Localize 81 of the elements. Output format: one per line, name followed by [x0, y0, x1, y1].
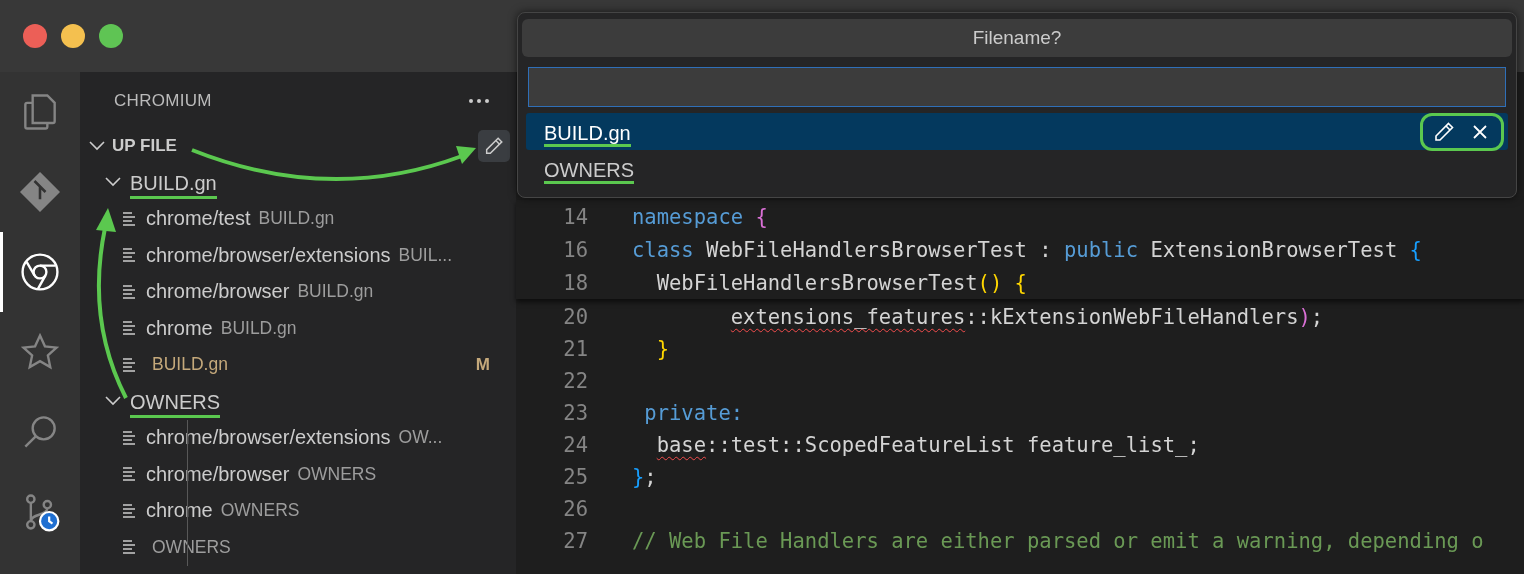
- file-name: OW...: [398, 427, 444, 449]
- file-lines-icon: [122, 283, 138, 300]
- status-letter: M: [475, 354, 490, 375]
- line-number: 14: [562, 204, 588, 229]
- tree-item[interactable]: BUILD.gn M: [80, 346, 516, 383]
- line-number: 27: [562, 529, 588, 553]
- tree-item[interactable]: chrome BUILD.gn: [80, 310, 516, 347]
- chrome-icon: [18, 250, 62, 294]
- file-path: chrome/browser/extensions: [146, 243, 391, 267]
- chevron-down-icon: [88, 140, 106, 152]
- file-name: BUIL...: [398, 244, 454, 266]
- file-name: BUILD.gn: [220, 317, 298, 339]
- file-name: OWNERS: [297, 463, 378, 485]
- tree-item[interactable]: chrome/browser/extensions BUIL...: [80, 237, 516, 274]
- line-number: 24: [562, 433, 588, 457]
- quick-pick-title: Filename?: [522, 19, 1512, 57]
- quick-pick-item[interactable]: OWNERS: [526, 150, 1508, 187]
- file-lines-icon: [122, 247, 138, 264]
- file-name: OWNERS: [152, 536, 232, 558]
- file-name: BUILD.gn: [297, 281, 375, 303]
- edit-button[interactable]: [478, 130, 510, 162]
- tree-item[interactable]: chrome/test BUILD.gn: [80, 200, 516, 237]
- git-icon: [18, 170, 62, 214]
- section-header[interactable]: UP FILE: [80, 128, 516, 164]
- code-line: // Web File Handlers are either parsed or emit a warning, depending o: [632, 529, 1484, 553]
- close-window-button[interactable]: [23, 24, 47, 48]
- group-label: BUILD.gn: [130, 171, 217, 199]
- line-number: 26: [562, 497, 588, 521]
- more-icon[interactable]: [468, 98, 490, 104]
- file-name: BUILD.gn: [258, 208, 336, 230]
- tree-item[interactable]: OWNERS: [80, 529, 516, 566]
- file-name: BUILD.gn: [152, 354, 229, 376]
- group-label: OWNERS: [130, 390, 220, 418]
- chevron-down-icon: [104, 395, 122, 408]
- file-lines-icon: [122, 210, 138, 227]
- file-lines-icon: [122, 539, 138, 556]
- file-lines-icon: [122, 429, 138, 446]
- pencil-icon: [1432, 119, 1456, 144]
- line-number: 20: [562, 305, 588, 329]
- tree-item[interactable]: chrome/browser BUILD.gn: [80, 273, 516, 310]
- section-title: UP FILE: [112, 136, 178, 156]
- pencil-icon: [483, 135, 505, 157]
- chevron-down-icon: [104, 176, 122, 189]
- item-label: OWNERS: [544, 159, 634, 184]
- input-field[interactable]: [528, 67, 1506, 107]
- file-path: chrome: [146, 316, 213, 340]
- tree-item[interactable]: chrome/browser/extensions OW...: [80, 419, 516, 456]
- line-number: 16: [562, 237, 588, 262]
- line-number: 22: [562, 369, 588, 393]
- code-line: base::test::ScopedFeatureList feature_list_;: [655, 433, 1200, 457]
- file-name: OWNERS: [220, 500, 301, 522]
- line-number: 25: [562, 465, 588, 489]
- file-path: chrome/browser/extensions: [146, 426, 391, 450]
- code-line: private:: [643, 401, 744, 425]
- code-line: }: [655, 337, 670, 361]
- code-line: extensions_features::kExtensionWebFileHandlers);: [729, 305, 1324, 329]
- line-number: 23: [562, 401, 588, 425]
- item-label: BUILD.gn: [544, 122, 631, 147]
- maximize-window-button[interactable]: [99, 24, 123, 48]
- code-line: };: [632, 465, 657, 489]
- sidebar-title: CHROMIUM: [114, 91, 212, 111]
- file-path: chrome: [146, 499, 213, 523]
- code-line: class WebFileHandlersBrowserTest : public ExtensionBrowserTest {: [632, 237, 1422, 262]
- quick-pick-item[interactable]: BUILD.gn: [526, 113, 1508, 150]
- file-lines-icon: [122, 502, 138, 519]
- close-icon: [1471, 122, 1489, 141]
- tree-item[interactable]: chrome/browser OWNERS: [80, 456, 516, 493]
- line-number: 21: [562, 337, 588, 361]
- line-number: 18: [562, 270, 588, 295]
- file-path: chrome/browser: [146, 280, 290, 304]
- file-path: chrome/browser: [146, 462, 290, 486]
- file-lines-icon: [122, 356, 138, 373]
- file-lines-icon: [122, 320, 138, 337]
- code-line: WebFileHandlersBrowserTest() {: [655, 270, 1027, 295]
- minimize-window-button[interactable]: [61, 24, 85, 48]
- tree-item[interactable]: chrome OWNERS: [80, 492, 516, 529]
- file-path: chrome/test: [146, 207, 251, 231]
- tree-group[interactable]: BUILD.gn: [80, 164, 516, 201]
- code-line: namespace {: [632, 204, 768, 229]
- file-lines-icon: [122, 466, 138, 483]
- tree-group[interactable]: OWNERS: [80, 383, 516, 420]
